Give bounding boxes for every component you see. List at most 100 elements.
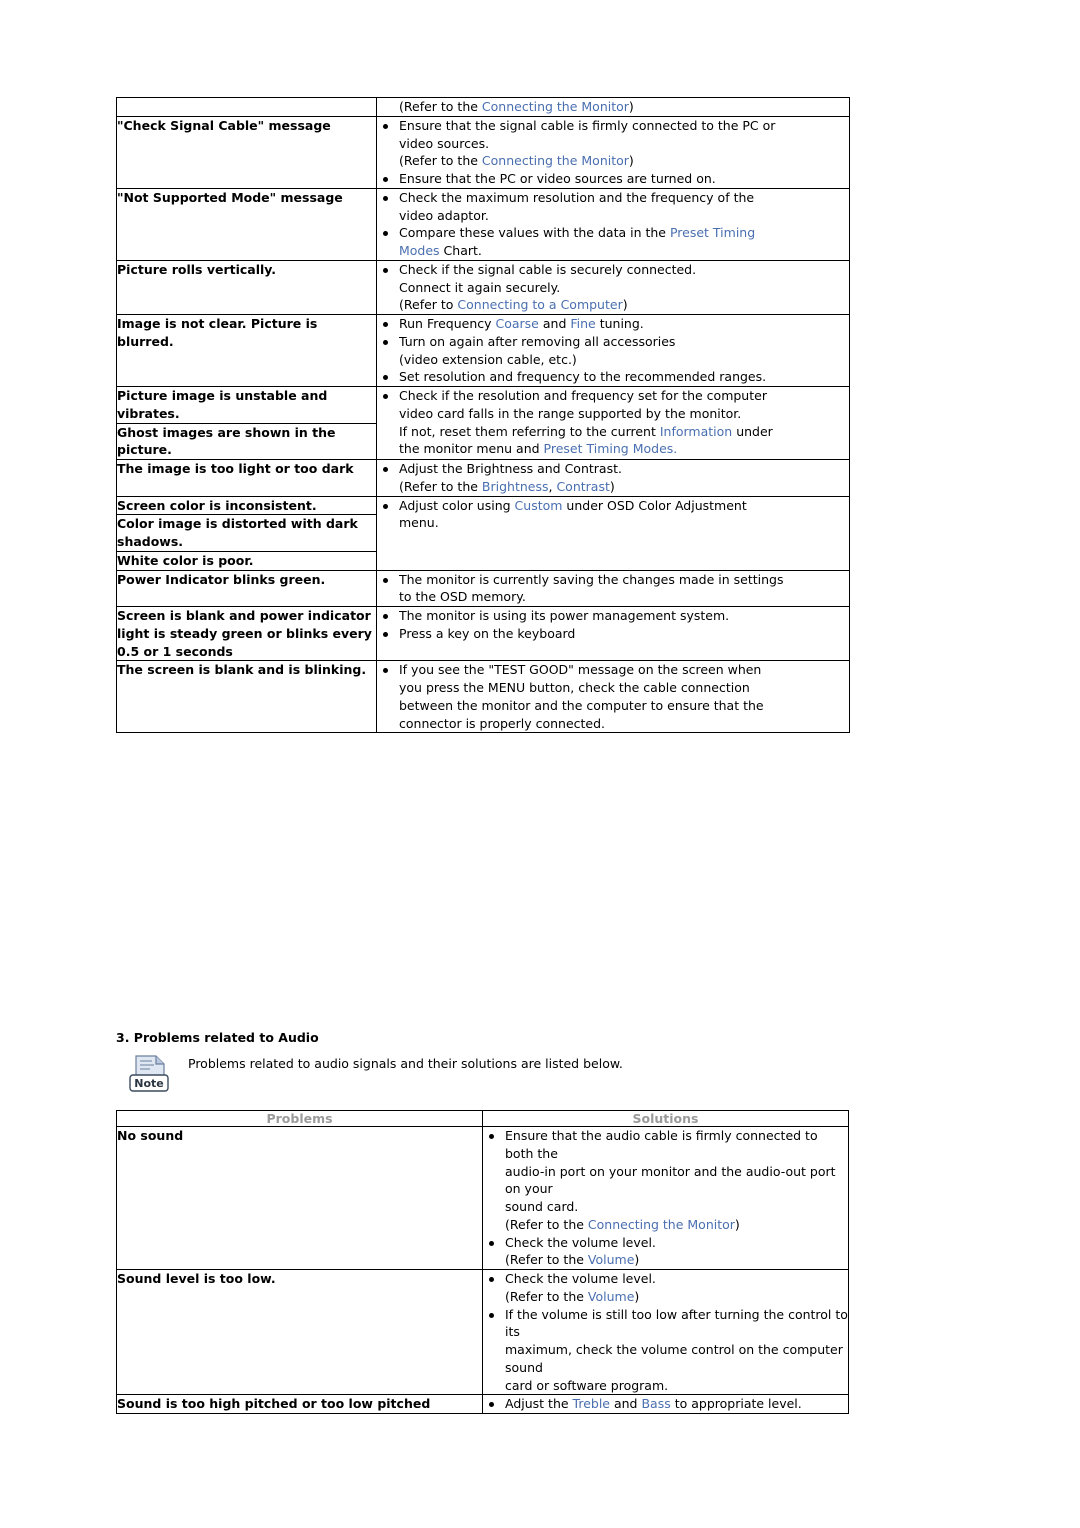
table-row: Screen is blank and power indicator ligh… (116, 605, 850, 662)
table-row: No sound Ensure that the audio cable is f… (116, 1126, 849, 1270)
solution-cell: Check if the signal cable is securely co… (376, 259, 850, 316)
troubleshooting-video-table-wrapper: (Refer to the Connecting the Monitor) "Ch… (116, 97, 850, 734)
solution-bullet-continuation: audio-in port on your monitor and the au… (505, 1163, 836, 1197)
problem-cell: The image is too light or too dark (116, 459, 377, 497)
solution-cell: Run Frequency Coarse and Fine tuning. Tur… (376, 314, 850, 387)
table-row: Image is not clear. Picture is blurred. R… (116, 314, 850, 387)
solution-bullet: Turn on again after removing all accesso… (377, 333, 849, 351)
troubleshooting-audio-table: Problems Solutions No sound Ensure that the… (116, 1110, 849, 1414)
problem-cell: Sound is too high pitched or too low pit… (116, 1394, 483, 1414)
inline-link[interactable]: Coarse (496, 316, 539, 331)
inline-link[interactable]: Custom (515, 498, 563, 513)
solution-plain-line: (Refer to the Connecting the Monitor) (399, 99, 634, 114)
solution-list: Check the volume level. (Refer to the Vol… (483, 1270, 848, 1394)
solution-bullet: Adjust the Treble and Bass to appropriat… (483, 1395, 848, 1413)
solution-bullet: Check if the signal cable is securely co… (377, 261, 849, 279)
troubleshooting-audio-table-wrapper: Problems Solutions No sound Ensure that the… (116, 1110, 849, 1414)
solution-bullet: If you see the "TEST GOOD" message on th… (377, 661, 849, 679)
solution-bullet-continuation: video sources. (399, 135, 490, 151)
inline-link[interactable]: Information (660, 424, 732, 439)
inline-link[interactable]: Connecting the Monitor (482, 153, 629, 168)
solution-cell: Check the maximum resolution and the fre… (376, 187, 850, 261)
table-row: The screen is blank and is blinking. If y… (116, 660, 850, 734)
solution-bullet: Ensure that the PC or video sources are … (377, 170, 849, 188)
inline-link[interactable]: Connecting to a Computer (457, 297, 622, 312)
solution-bullet: Adjust the Brightness and Contrast. (377, 460, 849, 478)
inline-link[interactable]: Treble (573, 1396, 610, 1411)
problem-cell (116, 97, 377, 117)
solution-bullet-continuation: between the monitor and the computer to … (399, 697, 764, 713)
inline-link[interactable]: Volume (588, 1289, 635, 1304)
solution-bullet-continuation: maximum, check the volume control on the… (505, 1342, 843, 1375)
solution-bullet-continuation: Modes Chart. (399, 243, 482, 258)
solution-bullet: Compare these values with the data in th… (377, 224, 849, 242)
inline-link[interactable]: Bass (641, 1396, 670, 1411)
solution-cell: Check the volume level. (Refer to the Vol… (482, 1268, 849, 1396)
inline-link[interactable]: Modes (399, 243, 440, 258)
solution-cell: Check if the resolution and frequency se… (376, 386, 850, 460)
problem-cell: Picture rolls vertically. (116, 259, 377, 316)
problem-cell: Image is not clear. Picture is blurred. (116, 314, 377, 387)
problem-cell: Picture image is unstable and vibrates. (116, 386, 377, 424)
solution-bullet-continuation: to the OSD memory. (399, 589, 526, 605)
inline-link[interactable]: Preset Timing (670, 225, 755, 240)
solution-cell: Ensure that the signal cable is firmly c… (376, 115, 850, 189)
problem-cell: Sound level is too low. (116, 1268, 483, 1396)
solution-list: Adjust the Brightness and Contrast. (Refe… (377, 460, 849, 496)
inline-link[interactable]: Connecting the Monitor (588, 1217, 735, 1232)
problem-cell: Power Indicator blinks green. (116, 569, 377, 607)
solution-list: If you see the "TEST GOOD" message on th… (377, 661, 849, 732)
section-3-title: 3. Problems related to Audio (116, 1030, 319, 1045)
solution-bullet: Check the volume level. (483, 1270, 848, 1288)
problem-cell: Screen is blank and power indicator ligh… (116, 605, 377, 662)
inline-link[interactable]: Contrast (556, 479, 609, 494)
solution-cell: The monitor is using its power managemen… (376, 605, 850, 662)
solution-bullet-continuation: the monitor menu and Preset Timing Modes… (399, 441, 678, 457)
table-header-row: Problems Solutions (116, 1110, 849, 1127)
solution-cell: Adjust the Brightness and Contrast. (Refe… (376, 459, 850, 497)
solution-bullet-continuation: card or software program. (505, 1377, 669, 1393)
solution-list: Adjust the Treble and Bass to appropriat… (483, 1395, 848, 1413)
problem-cell: White color is poor. (116, 550, 377, 571)
solution-bullet: The monitor is using its power managemen… (377, 607, 849, 625)
inline-link[interactable]: Brightness (482, 479, 549, 494)
table-row: The image is too light or too dark Adjust… (116, 459, 850, 497)
solution-list: The monitor is currently saving the chan… (377, 571, 849, 607)
solution-bullet: Press a key on the keyboard (377, 625, 849, 643)
problem-cell: The screen is blank and is blinking. (116, 660, 377, 734)
inline-link[interactable]: Preset Timing Modes. (544, 441, 678, 456)
solution-bullet-continuation: video card falls in the range supported … (399, 405, 742, 421)
solution-bullet: Ensure that the signal cable is firmly c… (377, 117, 849, 135)
solution-bullet-continuation: If not, reset them referring to the curr… (399, 423, 773, 439)
solution-bullet-continuation: connector is properly connected. (399, 715, 606, 731)
solution-bullet-continuation: (Refer to the Brightness, Contrast) (399, 478, 615, 494)
document-page: (Refer to the Connecting the Monitor) "Ch… (0, 0, 1080, 1528)
solution-bullet: If the volume is still too low after tur… (483, 1306, 848, 1342)
inline-link[interactable]: Volume (588, 1252, 635, 1267)
solution-list: (Refer to the Connecting the Monitor) (377, 98, 849, 116)
solution-list: Check if the signal cable is securely co… (377, 261, 849, 314)
solution-cell: (Refer to the Connecting the Monitor) (376, 97, 850, 117)
solution-list: Check if the resolution and frequency se… (377, 387, 849, 458)
inline-link[interactable]: Connecting the Monitor (482, 99, 629, 114)
problem-cell: Color image is distorted with dark shado… (116, 514, 377, 552)
solution-bullet: Check the maximum resolution and the fre… (377, 189, 849, 207)
problem-cell: "Check Signal Cable" message (116, 115, 377, 189)
table-row: Picture image is unstable and vibrates. C… (116, 386, 850, 460)
inline-link[interactable]: Fine (570, 316, 595, 331)
solution-bullet-continuation: (Refer to the Connecting the Monitor) (399, 153, 634, 169)
solution-cell: Ensure that the audio cable is firmly co… (482, 1126, 849, 1270)
solution-bullet-continuation: menu. (399, 515, 439, 531)
solution-list: Check the maximum resolution and the fre… (377, 189, 849, 260)
troubleshooting-video-table: (Refer to the Connecting the Monitor) "Ch… (116, 97, 850, 734)
solution-bullet: Check if the resolution and frequency se… (377, 387, 849, 405)
problem-cell: No sound (116, 1126, 483, 1270)
svg-text:Note: Note (134, 1077, 163, 1090)
table-row: Sound level is too low. Check the volume … (116, 1268, 849, 1396)
note-text: Problems related to audio signals and th… (188, 1056, 623, 1071)
header-solutions: Solutions (482, 1110, 849, 1127)
solution-list: Ensure that the audio cable is firmly co… (483, 1127, 848, 1269)
solution-bullet-continuation: (Refer to the Volume) (505, 1252, 640, 1268)
note-icon: Note (126, 1052, 172, 1094)
solution-bullet-continuation: sound card. (505, 1199, 579, 1214)
